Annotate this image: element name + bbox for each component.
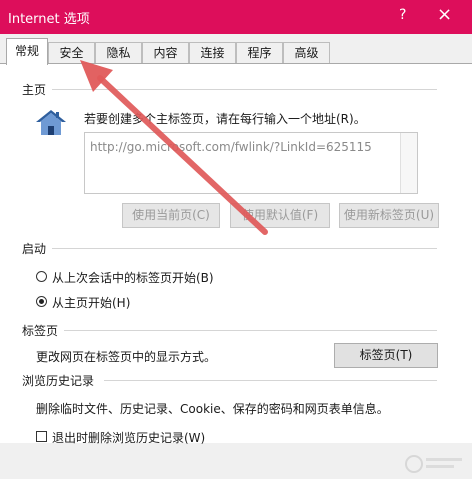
annotation-arrow xyxy=(80,60,268,235)
tab-general[interactable]: 常规 xyxy=(6,38,48,65)
watermark-logo xyxy=(404,452,466,476)
